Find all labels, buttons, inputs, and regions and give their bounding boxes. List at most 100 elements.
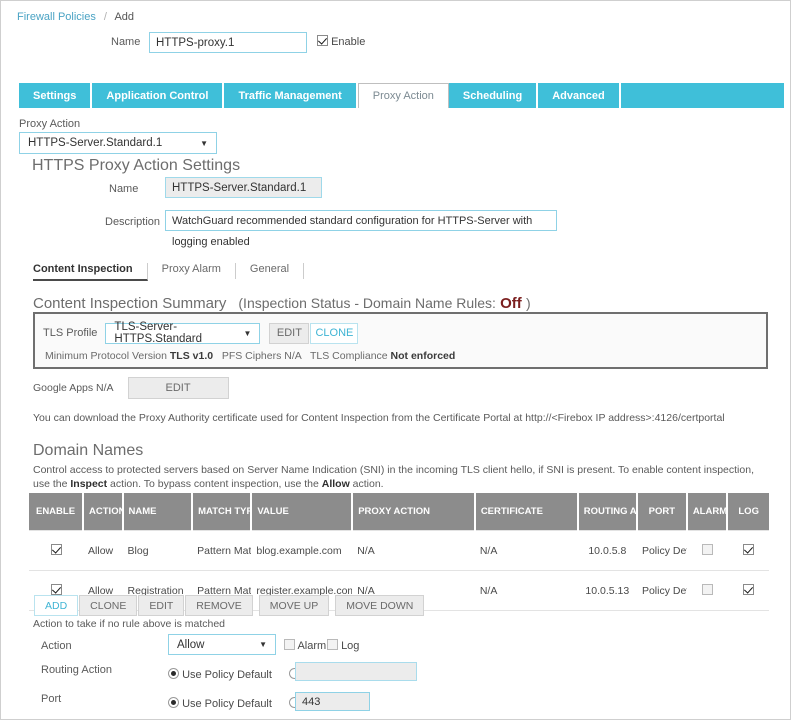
enable-label: Enable bbox=[331, 36, 365, 48]
col-header-log[interactable]: LOG bbox=[727, 493, 769, 531]
default-alarm-wrap[interactable]: Alarm bbox=[284, 639, 326, 652]
policy-name-label: Name bbox=[111, 36, 140, 48]
domain-desc-part3: action. bbox=[350, 478, 384, 490]
policy-name-row: Name HTTPS-proxy.1 Enable bbox=[1, 32, 790, 54]
subtab-content-inspection[interactable]: Content Inspection bbox=[33, 263, 148, 281]
subtab-general[interactable]: General bbox=[236, 263, 304, 279]
row-alarm-checkbox[interactable] bbox=[702, 584, 713, 595]
google-apps-label: Google Apps N/A bbox=[33, 382, 114, 394]
tls-profile-meta: Minimum Protocol Version TLS v1.0 PFS Ci… bbox=[45, 350, 455, 362]
row-enable-checkbox[interactable] bbox=[51, 544, 62, 555]
add-button[interactable]: ADD bbox=[34, 595, 78, 616]
col-header-certificate[interactable]: CERTIFICATE bbox=[475, 493, 578, 531]
default-log-label: Log bbox=[341, 640, 359, 652]
col-header-routing-action[interactable]: ROUTING ACTION bbox=[578, 493, 637, 531]
tab-bar-filler bbox=[621, 83, 784, 108]
col-header-port[interactable]: PORT bbox=[637, 493, 687, 531]
edit-button[interactable]: EDIT bbox=[138, 595, 184, 616]
row-port-cell: Policy Default bbox=[637, 531, 687, 571]
domain-names-heading: Domain Names bbox=[33, 442, 143, 460]
domain-names-table: ENABLE ACTION NAME MATCH TYPE VALUE PROX… bbox=[29, 493, 769, 611]
chevron-down-icon: ▼ bbox=[244, 324, 252, 343]
tab-settings[interactable]: Settings bbox=[19, 83, 92, 108]
tab-scheduling[interactable]: Scheduling bbox=[449, 83, 538, 108]
domain-desc-allow: Allow bbox=[322, 478, 350, 490]
tls-edit-button[interactable]: EDIT bbox=[269, 323, 309, 344]
row-enable-cell[interactable] bbox=[29, 531, 83, 571]
chevron-down-icon: ▼ bbox=[200, 133, 208, 153]
proxy-action-name-label: Name bbox=[109, 183, 138, 195]
content-inspection-summary-heading: Content Inspection Summary (Inspection S… bbox=[33, 295, 531, 312]
row-routing-action-cell: 10.0.5.8 bbox=[578, 531, 637, 571]
policy-name-input[interactable]: HTTPS-proxy.1 bbox=[149, 32, 307, 53]
row-routing-action-cell: 10.0.5.13 bbox=[578, 571, 637, 611]
tls-profile-select[interactable]: TLS-Server-HTTPS.Standard ▼ bbox=[105, 323, 260, 344]
inspection-status-prefix: (Inspection Status - Domain Name Rules: bbox=[238, 295, 496, 311]
routing-use-policy-default-radio[interactable] bbox=[168, 668, 179, 679]
col-header-action[interactable]: ACTION bbox=[83, 493, 122, 531]
row-alarm-checkbox[interactable] bbox=[702, 544, 713, 555]
enable-checkbox-wrap[interactable]: Enable bbox=[317, 35, 365, 48]
tab-advanced[interactable]: Advanced bbox=[538, 83, 621, 108]
tls-compliance-label: TLS Compliance bbox=[310, 350, 388, 362]
proxy-action-description-input[interactable]: WatchGuard recommended standard configur… bbox=[165, 210, 557, 231]
default-action-select[interactable]: Allow ▼ bbox=[168, 634, 276, 655]
row-log-checkbox[interactable] bbox=[743, 584, 754, 595]
tls-profile-select-value: TLS-Server-HTTPS.Standard bbox=[114, 324, 259, 343]
breadcrumb-link-firewall-policies[interactable]: Firewall Policies bbox=[17, 11, 96, 23]
default-log-wrap[interactable]: Log bbox=[327, 639, 359, 652]
default-log-checkbox[interactable] bbox=[327, 639, 338, 650]
row-value-cell: blog.example.com bbox=[251, 531, 352, 571]
port-use-input[interactable]: 443 bbox=[295, 692, 370, 711]
move-down-button[interactable]: MOVE DOWN bbox=[335, 595, 424, 616]
domain-names-description: Control access to protected servers base… bbox=[33, 463, 771, 491]
col-header-enable[interactable]: ENABLE bbox=[29, 493, 83, 531]
tab-traffic-management[interactable]: Traffic Management bbox=[224, 83, 357, 108]
min-protocol-version-label: Minimum Protocol Version bbox=[45, 350, 167, 362]
row-alarm-cell[interactable] bbox=[687, 571, 728, 611]
remove-button[interactable]: REMOVE bbox=[185, 595, 253, 616]
default-action-label: Action bbox=[41, 640, 72, 652]
tls-clone-button[interactable]: CLONE bbox=[310, 323, 358, 344]
proxy-action-select[interactable]: HTTPS-Server.Standard.1 ▼ bbox=[19, 132, 217, 154]
proxy-action-name-input[interactable]: HTTPS-Server.Standard.1 bbox=[165, 177, 322, 198]
clone-button[interactable]: CLONE bbox=[79, 595, 137, 616]
default-alarm-checkbox[interactable] bbox=[284, 639, 295, 650]
tls-profile-row: TLS Profile TLS-Server-HTTPS.Standard ▼ … bbox=[43, 322, 358, 344]
default-routing-label: Routing Action bbox=[41, 664, 112, 676]
inspection-status-value: Off bbox=[500, 295, 522, 312]
enable-checkbox[interactable] bbox=[317, 35, 328, 46]
breadcrumb: Firewall Policies / Add bbox=[17, 11, 134, 23]
default-action-select-value: Allow bbox=[177, 635, 204, 654]
col-header-proxy-action[interactable]: PROXY ACTION bbox=[352, 493, 475, 531]
col-header-value[interactable]: VALUE bbox=[251, 493, 352, 531]
main-tab-bar: Settings Application Control Traffic Man… bbox=[19, 83, 784, 108]
port-use-policy-default-radio[interactable] bbox=[168, 697, 179, 708]
domain-desc-inspect: Inspect bbox=[70, 478, 107, 490]
row-alarm-cell[interactable] bbox=[687, 531, 728, 571]
row-port-cell: Policy Default bbox=[637, 571, 687, 611]
routing-use-input[interactable] bbox=[295, 662, 417, 681]
row-action-cell: Allow bbox=[83, 531, 122, 571]
tab-proxy-action[interactable]: Proxy Action bbox=[358, 83, 449, 108]
tab-application-control[interactable]: Application Control bbox=[92, 83, 224, 108]
row-log-cell[interactable] bbox=[727, 571, 769, 611]
move-up-button[interactable]: MOVE UP bbox=[259, 595, 329, 616]
col-header-alarm[interactable]: ALARM bbox=[687, 493, 728, 531]
subtab-proxy-alarm[interactable]: Proxy Alarm bbox=[148, 263, 236, 279]
certificate-portal-note: You can download the Proxy Authority cer… bbox=[33, 412, 725, 424]
pfs-ciphers-label: PFS Ciphers bbox=[222, 350, 282, 362]
routing-use-policy-default-label: Use Policy Default bbox=[182, 669, 272, 681]
row-certificate-cell: N/A bbox=[475, 571, 578, 611]
sub-tab-bar: Content Inspection Proxy Alarm General bbox=[33, 263, 323, 285]
row-log-checkbox[interactable] bbox=[743, 544, 754, 555]
google-apps-edit-button[interactable]: EDIT bbox=[128, 377, 229, 399]
proxy-action-description-label: Description bbox=[105, 216, 160, 228]
row-log-cell[interactable] bbox=[727, 531, 769, 571]
content-inspection-summary-title: Content Inspection Summary bbox=[33, 295, 226, 312]
row-enable-checkbox[interactable] bbox=[51, 584, 62, 595]
tls-compliance-value: Not enforced bbox=[391, 350, 456, 362]
table-row[interactable]: Allow Blog Pattern Match blog.example.co… bbox=[29, 531, 769, 571]
col-header-match-type[interactable]: MATCH TYPE bbox=[192, 493, 251, 531]
col-header-name[interactable]: NAME bbox=[123, 493, 193, 531]
